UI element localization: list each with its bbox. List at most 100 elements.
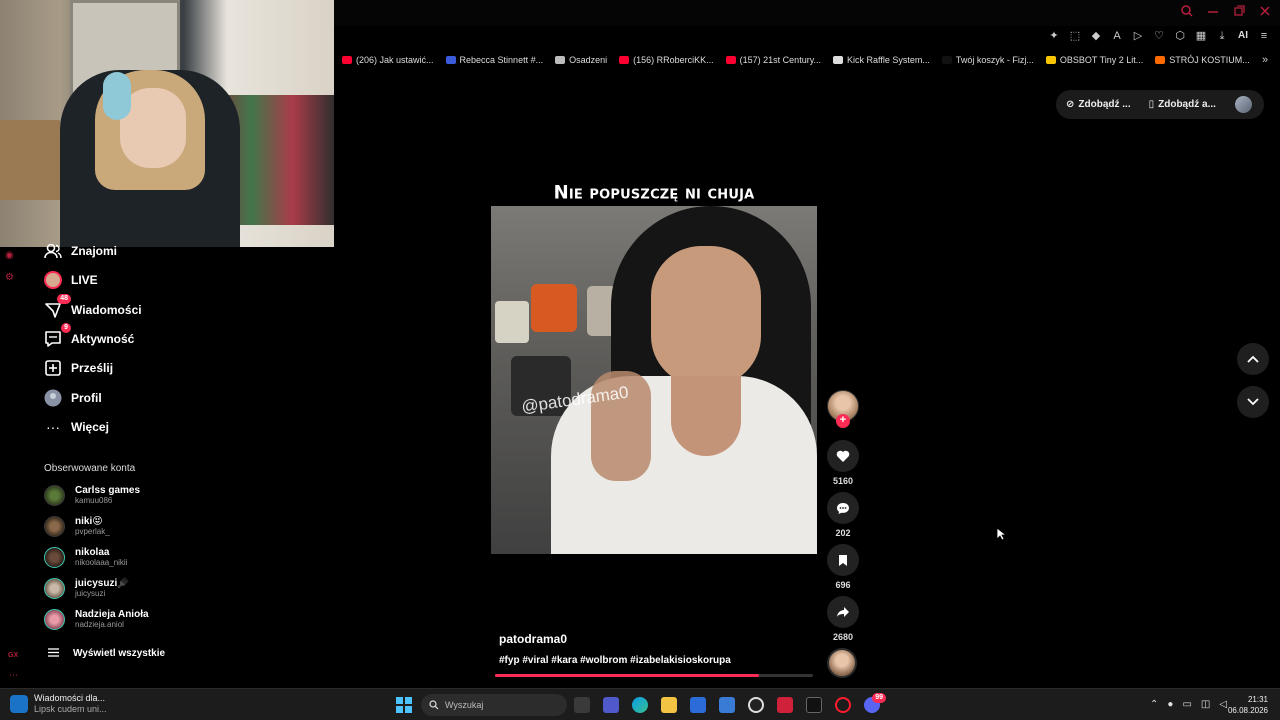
sidebar-item-upload[interactable]: Prześlij <box>43 357 113 379</box>
microphone-icon[interactable]: ● <box>1167 699 1173 710</box>
bookmark-favicon-icon <box>1155 56 1166 64</box>
gx-label: GX <box>8 652 19 659</box>
sound-disc[interactable] <box>827 648 857 678</box>
opera-gx-icon[interactable] <box>777 697 793 713</box>
windows-start-icon[interactable] <box>396 697 412 713</box>
teams-icon[interactable] <box>603 697 619 713</box>
opera-icon[interactable] <box>835 697 851 713</box>
follow-button[interactable]: + <box>836 414 850 428</box>
task-view-icon[interactable] <box>574 697 590 713</box>
video-author[interactable]: patodrama0 <box>499 632 567 646</box>
display-icon[interactable]: ▭ <box>1182 699 1191 710</box>
network-icon[interactable]: ◫ <box>1201 699 1210 710</box>
play-icon[interactable]: ▷ <box>1132 30 1144 42</box>
video-player[interactable]: @patodrama0 <box>491 206 817 554</box>
bookmark-item[interactable]: Osadzeni <box>555 55 607 65</box>
followed-account[interactable]: Carlss games kamuu086 <box>44 485 140 506</box>
video-hashtags[interactable]: #fyp #viral #kara #wolbrom #izabelakisio… <box>499 655 731 666</box>
sidebar-item-live[interactable]: LIVE <box>43 269 98 291</box>
store-icon[interactable] <box>690 697 706 713</box>
more-icon: ··· <box>46 419 60 435</box>
account-handle: nikoolaaa_nikii <box>75 558 128 567</box>
profile-avatar[interactable] <box>1235 96 1252 113</box>
chevron-right-icon[interactable]: » <box>1262 54 1272 66</box>
bookmarks-bar: (206) Jak ustawić... Rebecca Stinnett #..… <box>335 50 1280 70</box>
search-placeholder: Wyszukaj <box>445 700 484 710</box>
search-icon[interactable] <box>1180 4 1194 18</box>
bookmark-favicon-icon <box>342 56 352 64</box>
account-name: juicysuzi🪮 <box>75 578 130 589</box>
bookmark-label: Osadzeni <box>569 55 608 65</box>
account-handle: juicysuzi <box>75 589 106 598</box>
bookmark-favicon-icon <box>619 56 630 64</box>
bookmark-favicon-icon <box>445 56 456 64</box>
sidebar-item-messages[interactable]: 48 Wiadomości <box>43 294 142 321</box>
account-name: Carlss games <box>75 485 141 496</box>
menu-icon[interactable]: ≡ <box>1258 30 1270 42</box>
messages-badge: 48 <box>57 294 71 304</box>
translate-icon[interactable]: A <box>1111 30 1123 42</box>
live-icon <box>43 270 63 290</box>
bookmark-button[interactable] <box>827 544 859 576</box>
restore-icon[interactable] <box>1232 4 1246 18</box>
shares-count: 2680 <box>832 632 854 642</box>
sidebar-item-activity[interactable]: 9 Aktywność <box>43 323 135 350</box>
messages-icon: 48 <box>43 294 71 320</box>
file-explorer-icon[interactable] <box>661 697 677 713</box>
rail-more-icon[interactable]: ⋯ <box>9 670 18 681</box>
bookmark-item[interactable]: Twój koszyk - Fizj... <box>941 55 1034 65</box>
taskbar-search[interactable]: Wyszukaj <box>421 694 567 716</box>
download-icon[interactable]: ⤓ <box>1216 30 1228 42</box>
bookmark-item[interactable]: OBSBOT Tiny 2 Lit... <box>1045 55 1143 65</box>
minimize-icon[interactable] <box>1206 4 1220 18</box>
news-widget[interactable]: Wiadomości dla... Lipsk cudem uni... <box>10 693 107 715</box>
pin-icon[interactable]: ✦ <box>1048 30 1060 42</box>
sidebar-item-label: Aktywność <box>71 332 135 346</box>
bookmark-item[interactable]: Rebecca Stinnett #... <box>445 55 544 65</box>
next-video-button[interactable] <box>1237 386 1269 418</box>
like-button[interactable] <box>827 440 859 472</box>
sidebar-item-label: Prześlij <box>71 361 114 375</box>
opera-icon[interactable]: ◉ <box>5 250 15 261</box>
bookmark-item[interactable]: (206) Jak ustawić... <box>342 55 434 65</box>
bookmark-item[interactable]: (157) 21st Century... <box>725 55 821 65</box>
followed-account[interactable]: Nadzieja Anioła nadzieja.aniol <box>44 609 149 630</box>
outlook-icon[interactable] <box>719 697 735 713</box>
close-icon[interactable] <box>1258 4 1272 18</box>
browser-toolbar: ✦ ⬚ ◆ A ▷ ♡ ⬡ ▦ ⤓ AI ≡ <box>335 28 1280 50</box>
see-all-button[interactable]: Wyświetl wszystkie <box>48 644 165 662</box>
sidebar-item-more[interactable]: ··· Więcej <box>43 416 109 438</box>
share-button[interactable] <box>827 596 859 628</box>
followed-account[interactable]: juicysuzi🪮 juicysuzi <box>44 578 130 599</box>
followed-account[interactable]: nikolaa nikoolaaa_nikii <box>44 547 127 568</box>
discord-badge: 99 <box>872 693 886 703</box>
shield-icon[interactable]: ◆ <box>1090 30 1102 42</box>
get-app-button[interactable]: ▯ Zdobądź a... <box>1149 99 1216 110</box>
ai-button[interactable]: AI <box>1237 30 1249 42</box>
extension-app-icon[interactable]: ▦ <box>1195 30 1207 42</box>
get-coins-button[interactable]: ⊘ Zdobądź ... <box>1066 99 1131 110</box>
taskbar-clock[interactable]: 21:31 06.08.2026 <box>1222 694 1268 716</box>
tiktok-icon[interactable] <box>806 697 822 713</box>
edge-icon[interactable] <box>632 697 648 713</box>
discord-icon[interactable]: 99 <box>864 693 886 713</box>
video-progress-bar[interactable] <box>495 674 813 677</box>
account-handle: nadzieja.aniol <box>75 620 124 629</box>
bookmark-item[interactable]: STRÓJ KOSTIUM... <box>1155 55 1250 65</box>
chevron-up-icon[interactable]: ⌃ <box>1150 699 1158 710</box>
sidebar-item-profile[interactable]: Profil <box>43 387 102 409</box>
settings-icon[interactable]: ⚙ <box>5 272 15 283</box>
heart-icon[interactable]: ♡ <box>1153 30 1165 42</box>
video-caption-overlay: Nie popuszczę ni chuja <box>553 181 755 204</box>
bookmark-item[interactable]: (156) RRoberciKK... <box>619 55 714 65</box>
bookmark-label: Rebecca Stinnett #... <box>459 55 544 65</box>
snapshot-icon[interactable]: ⬚ <box>1069 30 1081 42</box>
chatgpt-icon[interactable] <box>748 697 764 713</box>
comment-button[interactable] <box>827 492 859 524</box>
bookmark-item[interactable]: Kick Raffle System... <box>833 55 930 65</box>
sidebar-item-friends[interactable]: Znajomi <box>43 240 117 262</box>
bookmark-favicon-icon <box>555 56 566 64</box>
followed-account[interactable]: niki😝 pvperlak_ <box>44 516 110 537</box>
extensions-icon[interactable]: ⬡ <box>1174 30 1186 42</box>
previous-video-button[interactable] <box>1237 343 1269 375</box>
